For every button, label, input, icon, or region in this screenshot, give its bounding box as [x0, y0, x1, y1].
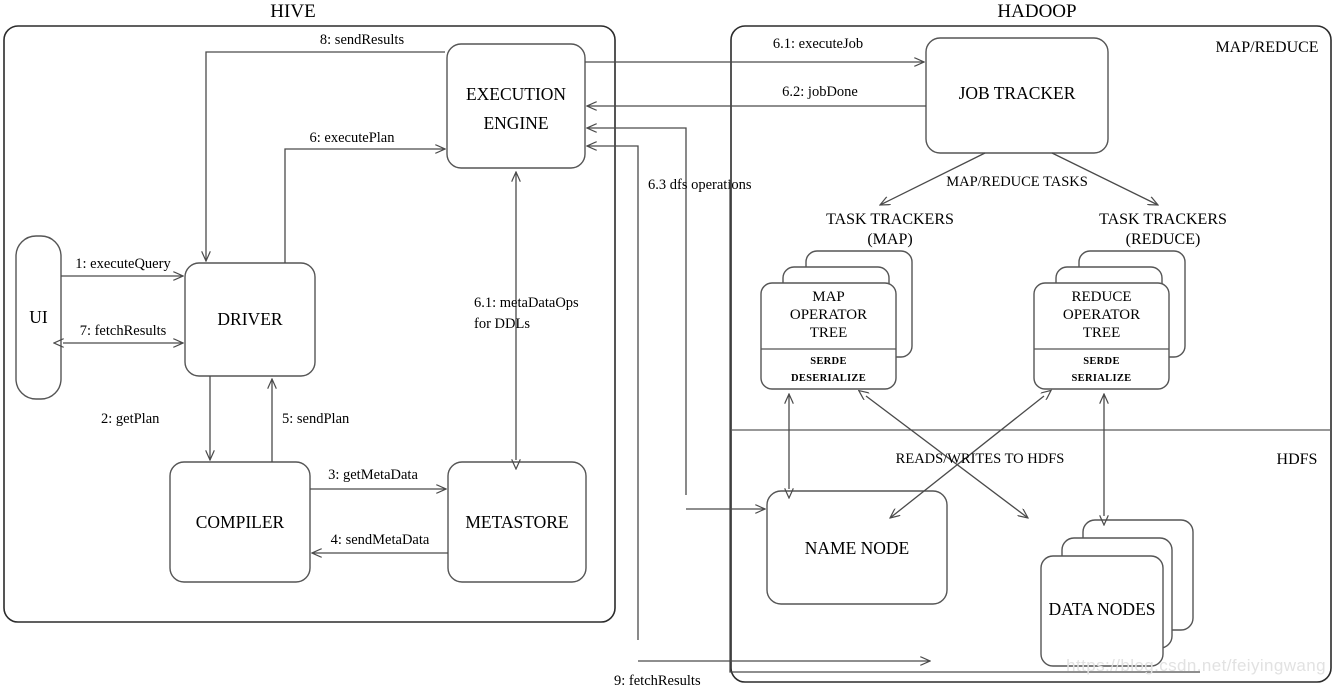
flow-metadata-ops-label-1: 6.1: metaDataOps — [474, 295, 579, 311]
flow-dfs-operations-label: 6.3 dfs operations — [648, 177, 752, 193]
flow-reads-writes-hdfs-label: READS/WRITES TO HDFS — [896, 451, 1065, 467]
mapreduce-region-label: MAP/REDUCE — [1215, 39, 1318, 56]
reduce-tree-label-2: OPERATOR — [1063, 307, 1140, 323]
hadoop-panel-title: HADOOP — [997, 1, 1076, 22]
map-tree-label-1: MAP — [812, 289, 845, 305]
map-serde-label-2: DESERIALIZE — [791, 373, 866, 384]
reduce-serde-label-2: SERIALIZE — [1072, 373, 1132, 384]
node-compiler-label: COMPILER — [196, 512, 285, 532]
flow-fetch-results-label: 7: fetchResults — [80, 323, 167, 339]
flow-send-plan-label: 5: sendPlan — [282, 411, 350, 427]
node-metastore-label: METASTORE — [465, 512, 568, 532]
node-execution-engine-label-2: ENGINE — [483, 113, 548, 133]
map-tree-label-3: TREE — [810, 325, 848, 341]
task-trackers-map-title-1: TASK TRACKERS — [826, 211, 954, 228]
flow-send-results-label: 8: sendResults — [320, 32, 405, 48]
flow-metadata-ops-label-2: for DDLs — [474, 316, 530, 332]
flow-get-metadata-label: 3: getMetaData — [328, 467, 418, 483]
reduce-tree-label-1: REDUCE — [1072, 289, 1132, 305]
flow-fetch-results-9-label: 9: fetchResults — [614, 673, 701, 689]
reduce-tree-label-3: TREE — [1083, 325, 1121, 341]
node-job-tracker-label: JOB TRACKER — [959, 83, 1076, 103]
flow-job-done-label: 6.2: jobDone — [782, 84, 858, 100]
node-driver-label: DRIVER — [217, 309, 282, 329]
task-trackers-reduce-title-2: (REDUCE) — [1126, 231, 1201, 248]
flow-execute-plan-label: 6: executePlan — [310, 130, 396, 146]
node-data-nodes-label: DATA NODES — [1048, 599, 1155, 619]
flow-execute-query-label: 1: executeQuery — [75, 256, 171, 272]
diagram-canvas: HIVE HADOOP MAP/REDUCE HDFS UI DRIVER CO… — [0, 0, 1338, 692]
reduce-serde-label-1: SERDE — [1083, 356, 1120, 367]
flow-execute-plan — [284, 149, 445, 263]
flow-dfs-op-return-b — [587, 146, 639, 640]
flow-get-plan-label: 2: getPlan — [101, 411, 160, 427]
node-execution-engine[interactable] — [446, 43, 586, 169]
hdfs-region-label: HDFS — [1277, 451, 1318, 468]
node-ui-label: UI — [29, 307, 48, 327]
flow-map-reduce-tasks-label: MAP/REDUCE TASKS — [946, 174, 1088, 190]
watermark-text: https://blog.csdn.net/feiyingwang — [1066, 656, 1326, 675]
task-trackers-map-title-2: (MAP) — [867, 231, 912, 248]
flow-execute-job-label: 6.1: executeJob — [773, 36, 863, 52]
map-tree-label-2: OPERATOR — [790, 307, 867, 323]
node-execution-engine-label-1: EXECUTION — [466, 84, 566, 104]
flow-send-metadata-label: 4: sendMetaData — [331, 532, 430, 548]
map-serde-label-1: SERDE — [810, 356, 847, 367]
flow-send-results — [206, 51, 445, 261]
architecture-diagram: HIVE HADOOP MAP/REDUCE HDFS UI DRIVER CO… — [3, 1, 1332, 689]
hive-panel-title: HIVE — [270, 1, 315, 22]
node-name-node-label: NAME NODE — [805, 538, 910, 558]
task-trackers-reduce-title-1: TASK TRACKERS — [1099, 211, 1227, 228]
